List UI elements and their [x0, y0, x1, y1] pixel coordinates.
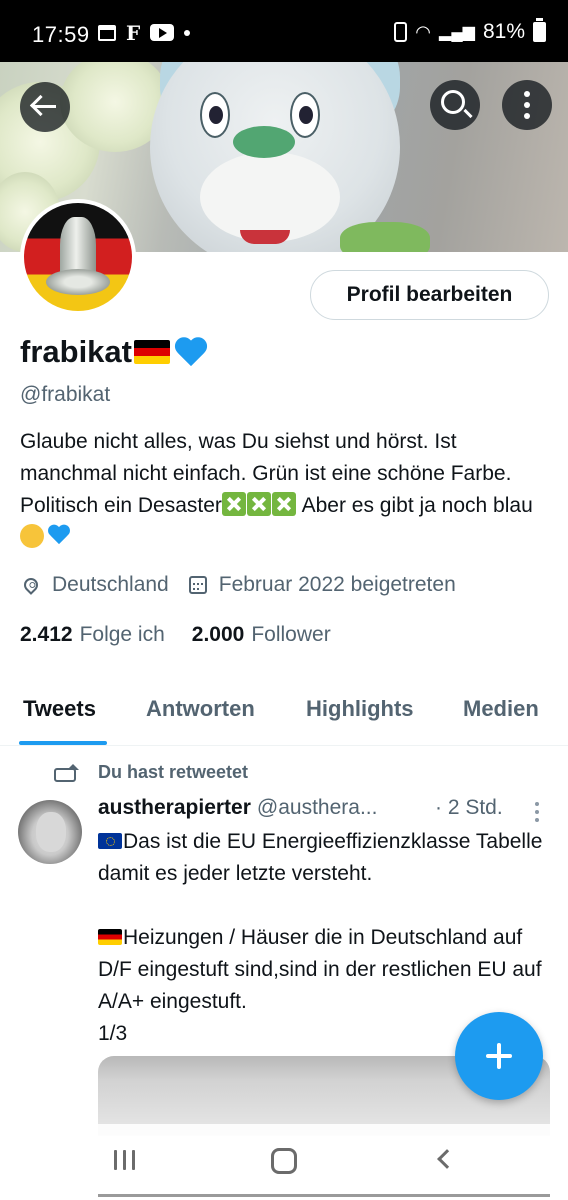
- retweet-indicator: Du hast retweetet: [52, 762, 248, 783]
- followers-label: Follower: [251, 623, 331, 646]
- back-button[interactable]: [20, 82, 70, 132]
- cross-mark-icon: [246, 492, 271, 516]
- search-icon: [441, 90, 465, 114]
- tab-antworten[interactable]: Antworten: [146, 696, 255, 722]
- blue-heart-icon: [47, 523, 71, 547]
- profile-joined: Februar 2022 beigetreten: [218, 573, 456, 596]
- recent-apps-icon[interactable]: [114, 1150, 136, 1170]
- signal-icon: ▂▄▆: [439, 24, 475, 41]
- search-button[interactable]: [430, 80, 480, 130]
- battery-icon: [533, 18, 546, 42]
- status-bar: 17:59 F ◠ ▂▄▆ 81%: [0, 0, 568, 62]
- more-button[interactable]: [502, 80, 552, 130]
- followers-count: 2.000: [191, 623, 245, 646]
- edit-profile-button[interactable]: Profil bearbeiten: [310, 270, 549, 320]
- tweet-text-part1: Das ist die EU Energieeffizienzklasse Ta…: [98, 830, 543, 885]
- germany-flag-icon: [98, 929, 122, 945]
- profile-stats: 2.412 Folge ich 2.000 Follower: [20, 623, 331, 647]
- tab-medien[interactable]: Medien: [463, 696, 539, 722]
- flipboard-icon: F: [126, 20, 141, 45]
- tab-tweets[interactable]: Tweets: [23, 696, 96, 722]
- system-navigation-bar: [0, 1124, 568, 1194]
- profile-location: Deutschland: [52, 573, 169, 596]
- more-vertical-icon: [524, 91, 530, 97]
- calendar-icon: [98, 24, 116, 41]
- battery-saver-icon: [394, 22, 408, 42]
- display-name-text: frabikat: [20, 334, 132, 369]
- profile-avatar[interactable]: [20, 199, 136, 315]
- followers-link[interactable]: 2.000 Follower: [192, 623, 331, 647]
- cross-mark-icon: [221, 492, 246, 516]
- wifi-icon: ◠: [415, 21, 432, 42]
- cross-mark-icon: [271, 492, 296, 516]
- tab-highlights[interactable]: Highlights: [306, 696, 414, 722]
- tweet-header: austherapierter @austhera... · 2 Std.: [98, 796, 539, 820]
- calendar-icon: [188, 576, 207, 594]
- profile-meta: Deutschland Februar 2022 beigetreten: [20, 573, 456, 597]
- following-label: Folge ich: [79, 623, 165, 646]
- eu-flag-icon: [98, 833, 122, 849]
- tweet-author-handle[interactable]: @austhera...: [257, 796, 378, 820]
- home-icon[interactable]: [271, 1148, 297, 1174]
- tweet-author-avatar[interactable]: [18, 800, 82, 864]
- youtube-icon: [150, 24, 175, 41]
- notification-dot-icon: [184, 29, 191, 36]
- tweet-timestamp[interactable]: · 2 Std.: [435, 796, 503, 820]
- germany-flag-icon: [133, 340, 170, 364]
- blue-heart-icon: [173, 334, 209, 370]
- tweet-more-icon[interactable]: [535, 802, 539, 806]
- location-pin-icon: [21, 575, 41, 595]
- following-count: 2.412: [20, 623, 73, 646]
- battery-percent: 81%: [482, 20, 525, 43]
- profile-bio: Glaube nicht alles, was Du siehst und hö…: [20, 426, 540, 554]
- back-icon[interactable]: [437, 1149, 457, 1169]
- active-tab-indicator: [19, 741, 107, 745]
- compose-tweet-button[interactable]: [455, 1012, 543, 1100]
- tweet-media-edge: [98, 1194, 550, 1197]
- status-time: 17:59: [32, 22, 90, 47]
- bio-text-2: Aber es gibt ja noch blau: [296, 494, 533, 517]
- back-arrow-icon: [34, 105, 56, 108]
- following-link[interactable]: 2.412 Folge ich: [20, 623, 165, 647]
- profile-tabs: Tweets Antworten Highlights Medien: [0, 680, 568, 746]
- retweet-label: Du hast retweetet: [98, 762, 249, 782]
- profile-handle: @frabikat: [20, 383, 111, 406]
- hugging-face-icon: [20, 524, 44, 548]
- tweet-author-name[interactable]: austherapierter: [98, 796, 251, 820]
- retweet-icon: [52, 763, 80, 782]
- display-name: frabikat: [20, 334, 209, 370]
